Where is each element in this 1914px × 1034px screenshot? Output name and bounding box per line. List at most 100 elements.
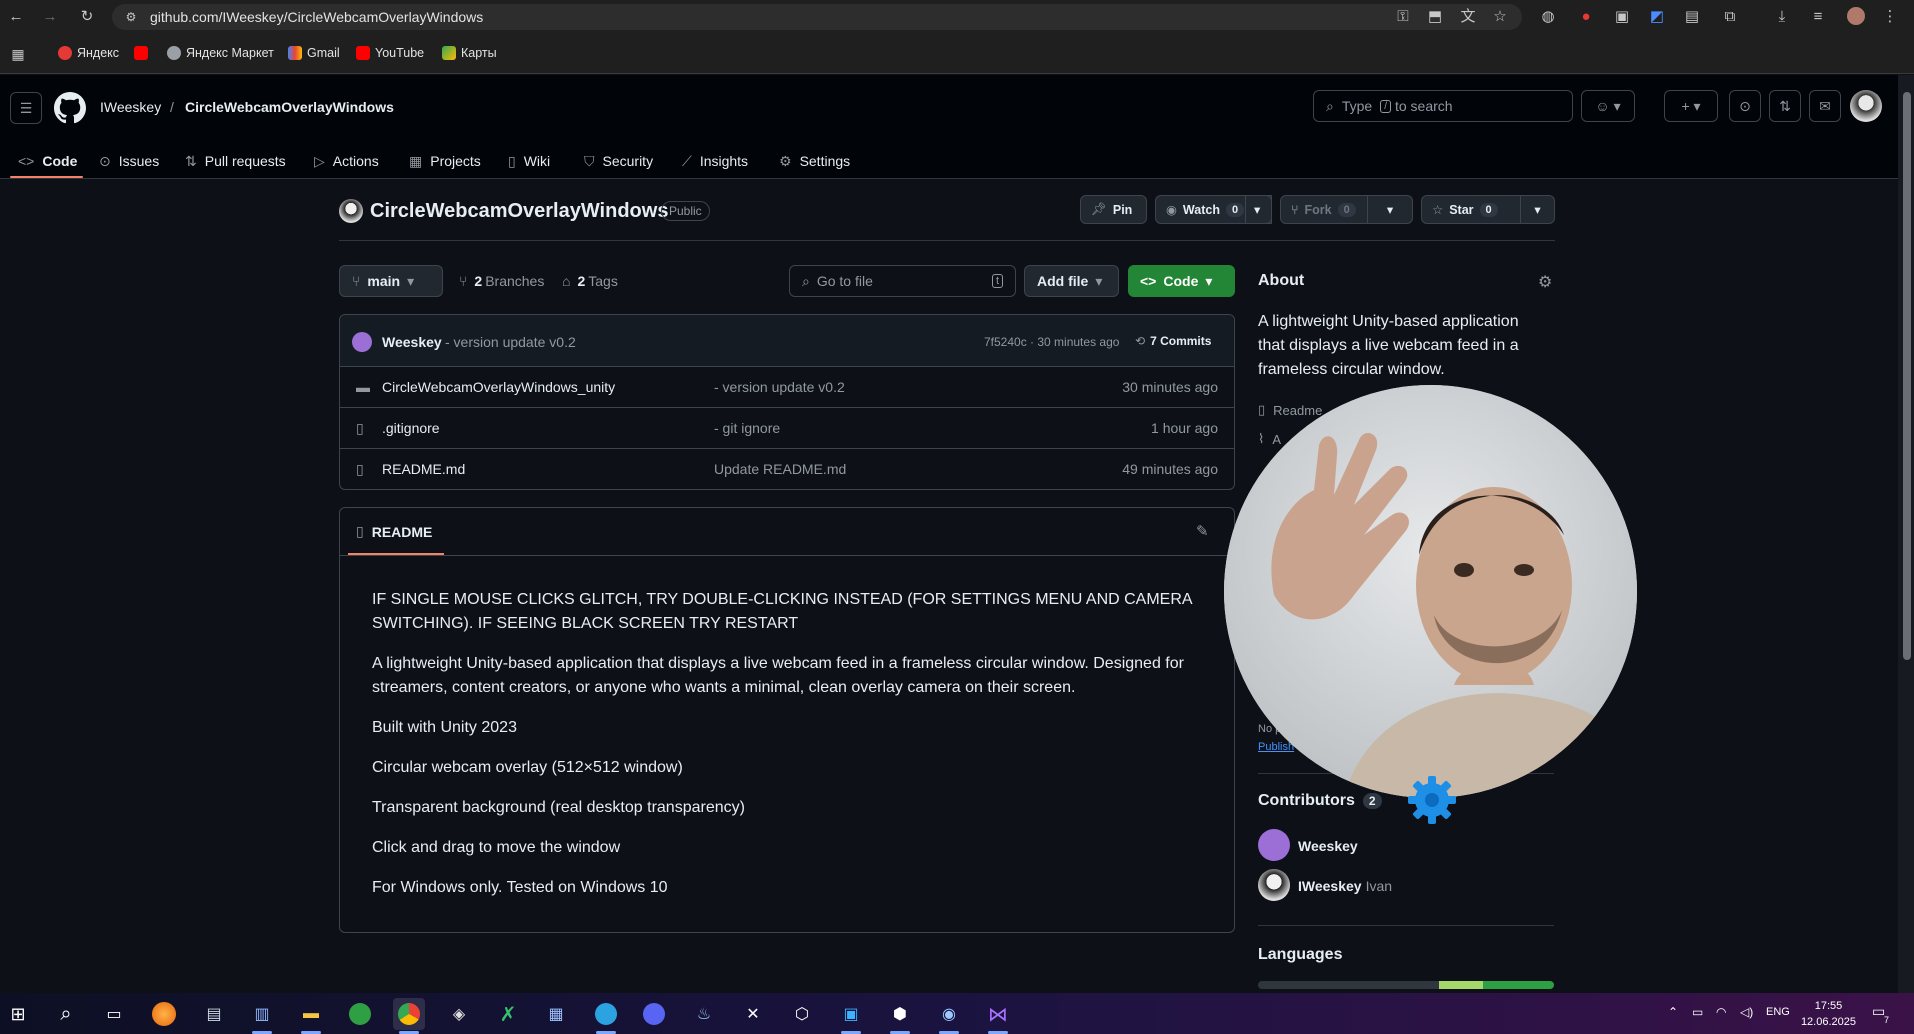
commit-author[interactable]: Weeskey — [382, 334, 442, 350]
watch-dropdown[interactable]: ▾ — [1245, 195, 1272, 224]
commit-message[interactable]: - version update v0.2 — [445, 334, 576, 350]
tab-settings[interactable]: ⚙ Settings — [779, 143, 850, 179]
commit-author-avatar[interactable] — [352, 332, 372, 352]
fork-dropdown[interactable]: ▾ — [1367, 195, 1413, 224]
bookmark-youtube-short[interactable] — [134, 46, 148, 60]
telegram-app-icon[interactable] — [590, 998, 622, 1034]
steam-app-icon[interactable]: ♨ — [688, 998, 720, 1030]
repo-owner-link[interactable]: IWeeskey — [100, 99, 161, 115]
tray-chevron-up-icon[interactable]: ⌃ — [1668, 1005, 1678, 1019]
tab-security[interactable]: ⛉ Security — [584, 143, 653, 179]
commit-hash-time[interactable]: 7f5240c · 30 minutes ago — [984, 335, 1119, 349]
readme-tab[interactable]: ▯ README — [356, 523, 432, 540]
scrollbar-thumb[interactable] — [1903, 92, 1911, 660]
contributor-login[interactable]: Weeskey — [1298, 838, 1358, 854]
unity-editor-icon[interactable]: ⬢ — [884, 998, 916, 1034]
webcam-app-icon[interactable]: ◉ — [933, 998, 965, 1034]
contributor-avatar[interactable] — [1258, 829, 1290, 861]
menu-button[interactable]: ☰ — [10, 92, 42, 124]
file-row[interactable]: ▯ .gitignore - git ignore 1 hour ago — [340, 408, 1234, 449]
browser-menu-icon[interactable]: ⋮ — [1880, 7, 1900, 27]
search-input[interactable]: ⌕ Type / to search — [1313, 90, 1573, 122]
site-info-icon[interactable]: ⚙ — [121, 7, 141, 27]
computer-app-icon[interactable]: ▤ — [198, 998, 230, 1030]
github-logo-icon[interactable] — [54, 92, 86, 124]
battery-icon[interactable]: ▭ — [1692, 1005, 1703, 1019]
tab-code[interactable]: <> Code — [18, 143, 77, 179]
fork-button[interactable]: ⑂ Fork 0 — [1280, 195, 1368, 224]
file-row[interactable]: ▬ CircleWebcamOverlayWindows_unity - ver… — [340, 367, 1234, 408]
notepad-app-icon[interactable]: ▥ — [246, 998, 278, 1034]
file-commit-message[interactable]: - git ignore — [714, 420, 780, 436]
discord-app-icon[interactable] — [638, 998, 670, 1030]
contributors-heading[interactable]: Contributors 2 — [1258, 792, 1382, 810]
tab-pull-requests[interactable]: ⇅ Pull requests — [185, 143, 286, 179]
epic-app-icon[interactable]: ✕ — [737, 998, 769, 1030]
code-button[interactable]: <> Code ▾ — [1128, 265, 1235, 297]
reload-icon[interactable]: ↻ — [77, 7, 97, 27]
search-icon[interactable]: ⌕ — [50, 998, 82, 1030]
tags-link[interactable]: ⌂ 2 Tags — [550, 265, 630, 297]
app-icon[interactable]: ◈ — [443, 998, 475, 1030]
chrome-app-icon[interactable] — [393, 998, 425, 1034]
wifi-icon[interactable]: ◠ — [1716, 1005, 1726, 1019]
input-language[interactable]: ENG — [1766, 1006, 1790, 1018]
bookmark-yandex-market[interactable]: Яндекс Маркет — [167, 46, 274, 60]
pull-requests-button[interactable]: ⇅ — [1769, 90, 1801, 122]
url-text[interactable]: github.com/IWeeskey/CircleWebcamOverlayW… — [150, 9, 483, 25]
app-window-icon[interactable]: ▣ — [835, 998, 867, 1034]
repo-name-link[interactable]: CircleWebcamOverlayWindows — [185, 99, 394, 115]
git-app-icon[interactable]: ✗ — [492, 998, 524, 1030]
visual-studio-icon[interactable]: ⋈ — [982, 998, 1014, 1034]
bookmark-maps[interactable]: Карты — [442, 46, 497, 60]
tab-projects[interactable]: ▦ Projects — [409, 143, 481, 179]
branches-link[interactable]: ⑂ 2 Branches — [447, 265, 556, 297]
file-name[interactable]: .gitignore — [382, 420, 440, 436]
activity-link[interactable]: ⌇ A — [1258, 431, 1281, 447]
back-icon[interactable]: ← — [6, 7, 26, 27]
webcam-settings-gear-icon[interactable] — [1404, 772, 1460, 828]
repo-title[interactable]: CircleWebcamOverlayWindows — [370, 200, 668, 223]
bookmark-star-icon[interactable]: ☆ — [1490, 7, 1510, 27]
extension-globe-icon[interactable]: ◍ — [1538, 7, 1558, 27]
bookmark-youtube[interactable]: YouTube — [356, 46, 424, 60]
star-button[interactable]: ☆ Star 0 — [1421, 195, 1521, 224]
issues-button[interactable]: ⊙ — [1729, 90, 1761, 122]
bookmark-yandex[interactable]: Яндекс — [58, 46, 119, 60]
start-windows-icon[interactable]: ⊞ — [2, 998, 34, 1030]
remote-desktop-icon[interactable]: ▦ — [540, 998, 572, 1030]
translate-icon[interactable]: 文 — [1458, 7, 1478, 27]
volume-icon[interactable]: ◁) — [1740, 1005, 1753, 1019]
contributor-avatar[interactable] — [1258, 869, 1290, 901]
repo-owner-avatar[interactable] — [339, 199, 363, 223]
readme-link[interactable]: ▯ Readme — [1258, 402, 1322, 418]
file-name[interactable]: CircleWebcamOverlayWindows_unity — [382, 379, 615, 395]
extension-list-icon[interactable]: ▤ — [1682, 7, 1702, 27]
xbox-app-icon[interactable] — [344, 998, 376, 1030]
file-commit-message[interactable]: Update README.md — [714, 461, 846, 477]
add-file-button[interactable]: Add file ▾ — [1024, 265, 1119, 297]
contributor-entry[interactable]: IWeeskey Ivan — [1298, 878, 1392, 894]
publish-package-link[interactable]: Publish — [1258, 741, 1294, 753]
extension-red-icon[interactable]: ● — [1576, 7, 1596, 27]
tab-wiki[interactable]: ▯ Wiki — [508, 143, 550, 179]
create-new-button[interactable]: + ▾ — [1664, 90, 1718, 122]
media-icon[interactable]: ≡ — [1808, 7, 1828, 27]
download-icon[interactable]: ⤓ — [1772, 7, 1792, 27]
tab-insights[interactable]: ⟋ Insights — [682, 143, 748, 179]
password-key-icon[interactable]: ⚿ — [1393, 7, 1413, 27]
commits-link[interactable]: ⟲ 7 Commits — [1135, 334, 1211, 348]
extension-box-icon[interactable]: ▣ — [1612, 7, 1632, 27]
extensions-puzzle-icon[interactable]: ⧉ — [1720, 7, 1740, 27]
star-dropdown[interactable]: ▾ — [1520, 195, 1555, 224]
system-clock[interactable]: 17:55 12.06.2025 — [1801, 998, 1856, 1030]
branch-select-button[interactable]: ⑂ main ▾ — [339, 265, 443, 297]
file-explorer-icon[interactable]: ▬ — [295, 998, 327, 1034]
apps-grid-icon[interactable]: ▦ — [8, 44, 28, 64]
webcam-circle-overlay[interactable] — [1224, 385, 1637, 798]
copilot-button[interactable]: ☺ ▾ — [1581, 90, 1635, 122]
tab-issues[interactable]: ⊙ Issues — [99, 143, 159, 179]
firefox-app-icon[interactable] — [148, 998, 180, 1030]
edit-pencil-icon[interactable]: ✎ — [1196, 522, 1209, 540]
extension-blue-icon[interactable]: ◩ — [1647, 7, 1667, 27]
